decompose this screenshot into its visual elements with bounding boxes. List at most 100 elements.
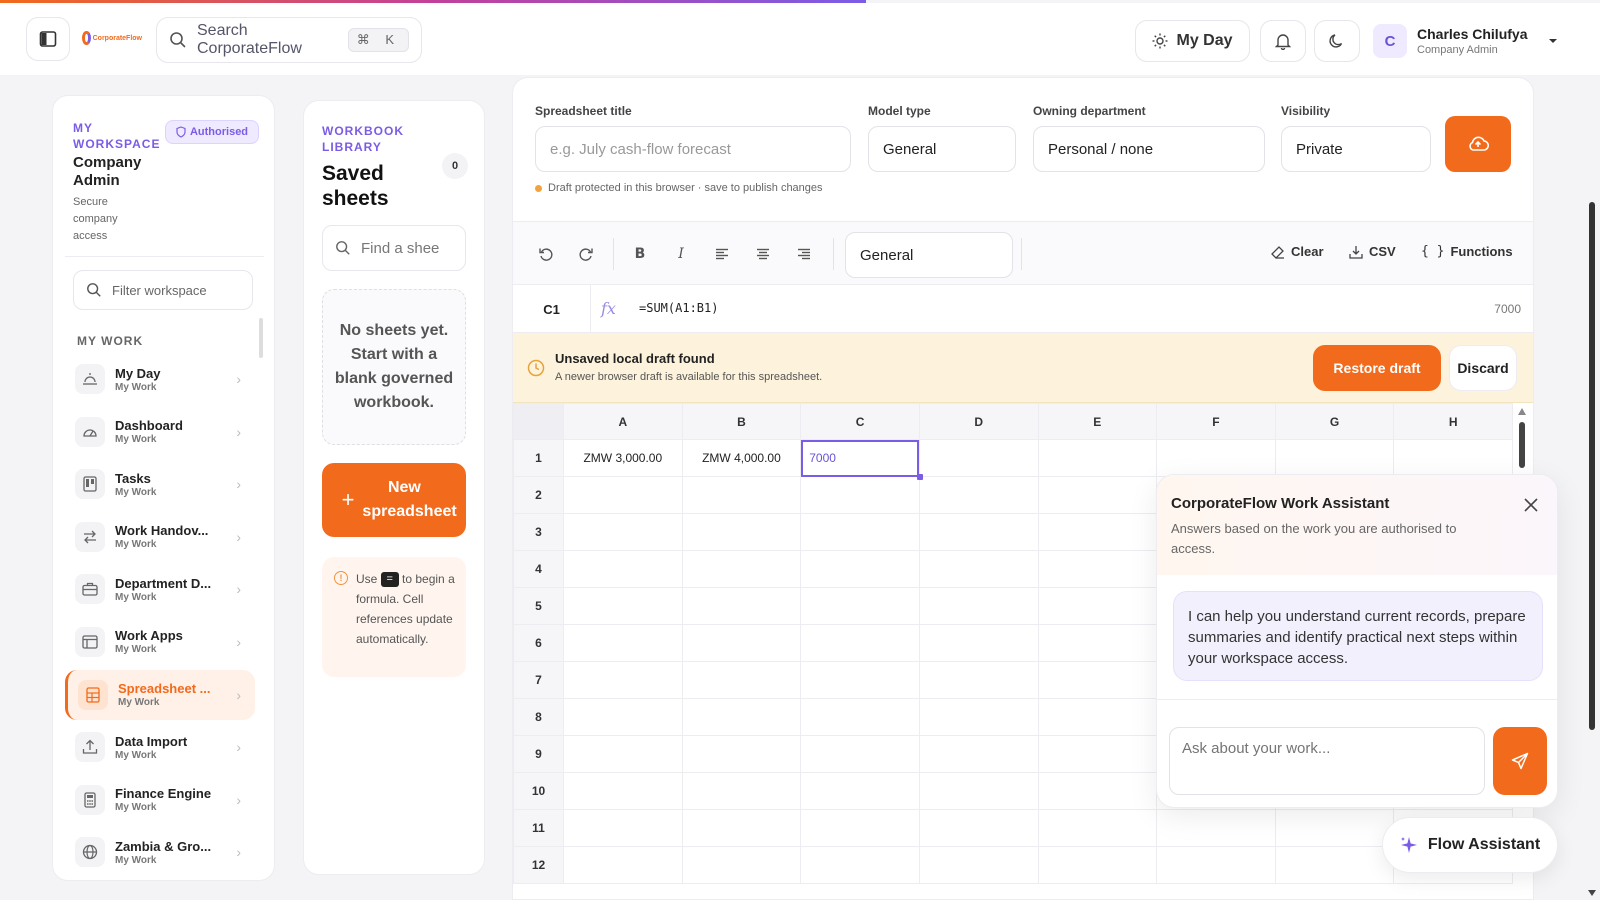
grid-cell[interactable]	[800, 550, 920, 588]
grid-cell[interactable]	[681, 846, 802, 884]
grid-cell[interactable]	[800, 661, 920, 699]
spreadsheet-title-input[interactable]: e.g. July cash-flow forecast	[535, 126, 851, 172]
row-header[interactable]: 10	[513, 772, 564, 810]
grid-cell[interactable]	[800, 735, 920, 773]
my-day-button[interactable]: My Day	[1135, 20, 1250, 62]
owning-department-select[interactable]: Personal / none	[1033, 126, 1265, 172]
grid-cell[interactable]	[1156, 846, 1276, 884]
grid-cell[interactable]	[563, 624, 683, 662]
row-header[interactable]: 1	[513, 439, 564, 477]
column-header[interactable]: H	[1393, 403, 1513, 440]
column-header[interactable]: C	[800, 403, 920, 440]
grid-cell[interactable]	[563, 735, 683, 773]
grid-cell[interactable]	[918, 513, 1039, 551]
ask-assistant-input[interactable]	[1169, 727, 1485, 795]
row-header[interactable]: 4	[513, 550, 564, 588]
grid-cell[interactable]	[681, 698, 802, 736]
functions-button[interactable]: { } Functions	[1421, 244, 1513, 259]
visibility-select[interactable]: Private	[1281, 126, 1431, 172]
grid-cell[interactable]	[1037, 698, 1158, 736]
undo-button[interactable]	[534, 242, 558, 266]
row-header[interactable]: 12	[513, 846, 564, 884]
grid-cell[interactable]	[563, 809, 683, 847]
global-search-input[interactable]: Search CorporateFlow ⌘ K	[156, 17, 422, 63]
grid-cell[interactable]	[800, 624, 920, 662]
bold-button[interactable]: B	[628, 242, 652, 266]
grid-cell[interactable]	[800, 772, 920, 810]
grid-cell[interactable]	[681, 809, 802, 847]
grid-cell[interactable]	[563, 476, 683, 514]
find-sheet-input[interactable]: Find a shee	[322, 225, 466, 271]
grid-cell[interactable]	[1156, 439, 1276, 477]
italic-button[interactable]: I	[669, 242, 693, 266]
grid-cell[interactable]	[918, 735, 1039, 773]
notifications-button[interactable]	[1260, 20, 1306, 62]
grid-cell[interactable]	[681, 661, 802, 699]
grid-cell[interactable]	[800, 587, 920, 625]
sidebar-item-dashboard[interactable]: Dashboard My Work ›	[65, 407, 255, 457]
grid-cell[interactable]	[563, 550, 683, 588]
grid-cell[interactable]	[563, 661, 683, 699]
row-header[interactable]: 8	[513, 698, 564, 736]
grid-cell[interactable]	[563, 846, 683, 884]
row-header[interactable]: 11	[513, 809, 564, 847]
align-right-button[interactable]	[792, 242, 816, 266]
grid-cell[interactable]	[1156, 809, 1276, 847]
column-header[interactable]: G	[1274, 403, 1395, 440]
sidebar-toggle-button[interactable]	[26, 17, 70, 61]
grid-cell[interactable]	[918, 439, 1039, 477]
grid-cell[interactable]	[681, 513, 802, 551]
grid-cell[interactable]	[918, 809, 1039, 847]
flow-assistant-button[interactable]: Flow Assistant	[1382, 817, 1558, 873]
send-message-button[interactable]	[1493, 727, 1547, 795]
column-header[interactable]: B	[681, 403, 802, 440]
grid-cell[interactable]	[681, 735, 802, 773]
model-type-select[interactable]: General	[868, 126, 1016, 172]
column-header[interactable]: E	[1037, 403, 1158, 440]
sidebar-item-work-apps[interactable]: Work Apps My Work ›	[65, 617, 255, 667]
grid-cell[interactable]	[918, 772, 1039, 810]
grid-cell[interactable]	[681, 550, 802, 588]
align-left-button[interactable]	[710, 242, 734, 266]
sidebar-item-work-handover[interactable]: Work Handov... My Work ›	[65, 512, 255, 562]
sidebar-item-spreadsheet[interactable]: Spreadsheet ... My Work ›	[65, 669, 255, 720]
new-spreadsheet-button[interactable]: + New spreadsheet	[322, 463, 466, 537]
row-header[interactable]: 9	[513, 735, 564, 773]
grid-cell[interactable]	[681, 772, 802, 810]
grid-cell[interactable]	[1037, 513, 1158, 551]
grid-cell[interactable]	[918, 587, 1039, 625]
scroll-down-icon[interactable]	[1588, 890, 1596, 896]
grid-cell[interactable]	[563, 698, 683, 736]
grid-cell[interactable]	[800, 846, 920, 884]
grid-cell[interactable]	[1393, 439, 1513, 477]
grid-cell[interactable]: ZMW 3,000.00	[563, 439, 683, 477]
redo-button[interactable]	[574, 242, 598, 266]
row-header[interactable]: 2	[513, 476, 564, 514]
grid-cell[interactable]	[1037, 550, 1158, 588]
column-header[interactable]: A	[563, 403, 683, 440]
grid-cell[interactable]: ZMW 4,000.00	[681, 439, 802, 477]
user-menu[interactable]: C Charles Chilufya Company Admin	[1373, 17, 1558, 65]
grid-cell[interactable]	[918, 698, 1039, 736]
grid-cell[interactable]	[1274, 809, 1395, 847]
grid-cell[interactable]	[918, 476, 1039, 514]
formula-input[interactable]: =SUM(A1:B1)	[639, 301, 718, 315]
corporateflow-logo[interactable]: CorporateFlow	[82, 27, 142, 49]
sidebar-item-data-import[interactable]: Data Import My Work ›	[65, 722, 255, 772]
page-scrollbar[interactable]	[1588, 170, 1596, 900]
grid-cell[interactable]	[918, 846, 1039, 884]
row-header[interactable]: 3	[513, 513, 564, 551]
select-all-corner[interactable]	[513, 403, 564, 440]
grid-cell[interactable]	[1037, 476, 1158, 514]
csv-export-button[interactable]: CSV	[1349, 244, 1396, 259]
grid-cell[interactable]	[800, 698, 920, 736]
grid-scroll-thumb[interactable]	[1519, 422, 1525, 468]
sidebar-item-tasks[interactable]: Tasks My Work ›	[65, 459, 255, 509]
active-cell-reference[interactable]: C1	[513, 285, 591, 333]
close-assistant-button[interactable]	[1519, 493, 1543, 517]
grid-cell[interactable]	[1037, 735, 1158, 773]
grid-cell[interactable]	[800, 476, 920, 514]
grid-cell[interactable]	[1274, 846, 1395, 884]
grid-cell[interactable]	[681, 587, 802, 625]
sidebar-item-finance-engine[interactable]: Finance Engine My Work ›	[65, 775, 255, 825]
